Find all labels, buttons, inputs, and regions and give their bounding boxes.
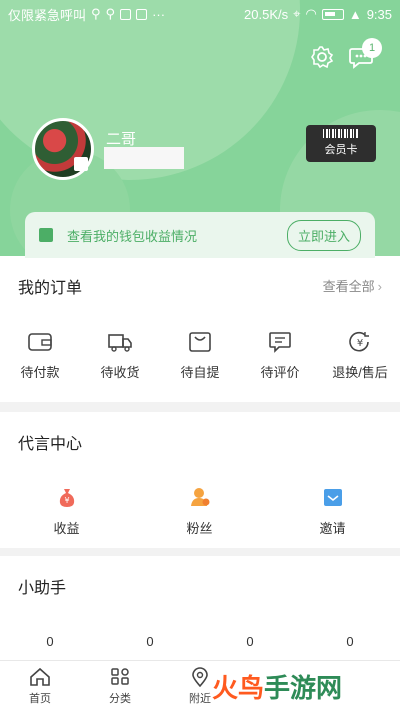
category-icon bbox=[111, 668, 129, 685]
battery-icon bbox=[321, 8, 344, 20]
location-icon: ⌖ bbox=[293, 6, 301, 21]
user-info-placeholder bbox=[104, 147, 184, 169]
location-icon bbox=[192, 667, 208, 687]
wallet-icon bbox=[28, 333, 52, 351]
agent-item-label: 粉丝 bbox=[186, 521, 213, 536]
more-icon: ··· bbox=[152, 6, 166, 22]
agent-row: ¥ 收益 粉丝 邀请 bbox=[0, 486, 400, 538]
agent-item-label: 收益 bbox=[53, 521, 80, 536]
order-pending-review[interactable]: 待评价 bbox=[240, 330, 320, 382]
order-pending-payment[interactable]: 待付款 bbox=[0, 330, 80, 382]
agent-item-label: 邀请 bbox=[319, 521, 346, 536]
username: 二哥 bbox=[106, 131, 137, 148]
comment-icon bbox=[269, 332, 291, 353]
app-notification-icon bbox=[120, 8, 132, 20]
site-watermark: 火鸟 手游网 bbox=[212, 664, 382, 708]
signal-icon: ▲ bbox=[348, 6, 362, 22]
agent-fans[interactable]: 粉丝 bbox=[133, 486, 266, 538]
invite-icon bbox=[323, 489, 342, 506]
settings-gear-icon[interactable] bbox=[309, 44, 335, 70]
helper-value[interactable]: 0 bbox=[0, 634, 100, 649]
wallet-text: 查看我的钱包收益情况 bbox=[67, 228, 198, 244]
tab-category[interactable]: 分类 bbox=[80, 661, 160, 711]
bag-icon bbox=[189, 332, 211, 352]
helper-title: 小助手 bbox=[18, 580, 67, 597]
money-bag-icon: ¥ bbox=[59, 489, 74, 507]
view-all-label: 查看全部 bbox=[322, 279, 375, 294]
member-card-label: 会员卡 bbox=[324, 144, 358, 156]
status-bar: 仅限紧急呼叫 ⚲ ⚲ ··· 20.5K/s ⌖ ◠ ▲ 9:35 bbox=[0, 0, 400, 28]
orders-section: 我的订单 查看全部 › 待付款 待收货 待自提 待评价 ¥ 退换/售后 bbox=[0, 256, 400, 402]
wallet-icon bbox=[39, 228, 53, 242]
watermark-rest-text: 手游网 bbox=[264, 672, 343, 703]
member-card-button[interactable]: 会员卡 bbox=[306, 125, 376, 162]
order-item-label: 待评价 bbox=[260, 365, 300, 380]
helper-value[interactable]: 0 bbox=[100, 634, 200, 649]
tab-label: 附近 bbox=[189, 693, 211, 705]
order-refund-aftersale[interactable]: ¥ 退换/售后 bbox=[320, 330, 400, 382]
order-item-label: 退换/售后 bbox=[332, 365, 388, 380]
watermark-fire-text: 火鸟 bbox=[212, 672, 265, 703]
svg-text:¥: ¥ bbox=[357, 338, 363, 349]
helper-values-row: 0 0 0 0 bbox=[0, 634, 400, 649]
chevron-right-icon: › bbox=[377, 279, 382, 294]
tab-label: 分类 bbox=[109, 693, 131, 705]
tab-label: 首页 bbox=[29, 693, 51, 705]
usb-icon: ⚲ bbox=[91, 6, 101, 21]
network-speed: 20.5K/s bbox=[244, 6, 289, 22]
helper-value[interactable]: 0 bbox=[300, 634, 400, 649]
barcode-icon bbox=[323, 129, 359, 138]
order-item-label: 待收货 bbox=[100, 365, 140, 380]
svg-text:¥: ¥ bbox=[64, 496, 69, 505]
orders-title: 我的订单 bbox=[18, 280, 83, 297]
wifi-icon: ◠ bbox=[305, 6, 317, 21]
enter-wallet-button[interactable]: 立即进入 bbox=[286, 219, 361, 251]
order-status-row: 待付款 待收货 待自提 待评价 ¥ 退换/售后 bbox=[0, 330, 400, 382]
fans-icon bbox=[190, 488, 209, 506]
helper-section: 小助手 0 0 0 0 bbox=[0, 556, 400, 660]
avatar-badge-icon bbox=[74, 157, 88, 171]
app-notification-icon bbox=[136, 8, 148, 20]
clock: 9:35 bbox=[366, 6, 392, 22]
truck-icon bbox=[108, 334, 132, 352]
agent-center-title: 代言中心 bbox=[18, 436, 83, 453]
agent-earnings[interactable]: ¥ 收益 bbox=[0, 486, 133, 538]
refund-icon: ¥ bbox=[349, 331, 369, 352]
wallet-banner[interactable]: 查看我的钱包收益情况 立即进入 bbox=[25, 212, 375, 258]
message-count-badge: 1 bbox=[362, 38, 382, 58]
carrier-text: 仅限紧急呼叫 bbox=[8, 7, 87, 23]
agent-invite[interactable]: 邀请 bbox=[266, 486, 399, 538]
tab-home[interactable]: 首页 bbox=[0, 661, 80, 711]
usb-icon: ⚲ bbox=[105, 6, 116, 21]
helper-value[interactable]: 0 bbox=[200, 634, 300, 649]
view-all-orders-link[interactable]: 查看全部 › bbox=[323, 276, 382, 295]
home-icon bbox=[30, 667, 50, 686]
order-pending-pickup[interactable]: 待自提 bbox=[160, 330, 240, 382]
order-pending-receipt[interactable]: 待收货 bbox=[80, 330, 160, 382]
order-item-label: 待付款 bbox=[20, 365, 60, 380]
agent-center-section: 代言中心 ¥ 收益 粉丝 邀请 bbox=[0, 412, 400, 548]
order-item-label: 待自提 bbox=[180, 365, 220, 380]
